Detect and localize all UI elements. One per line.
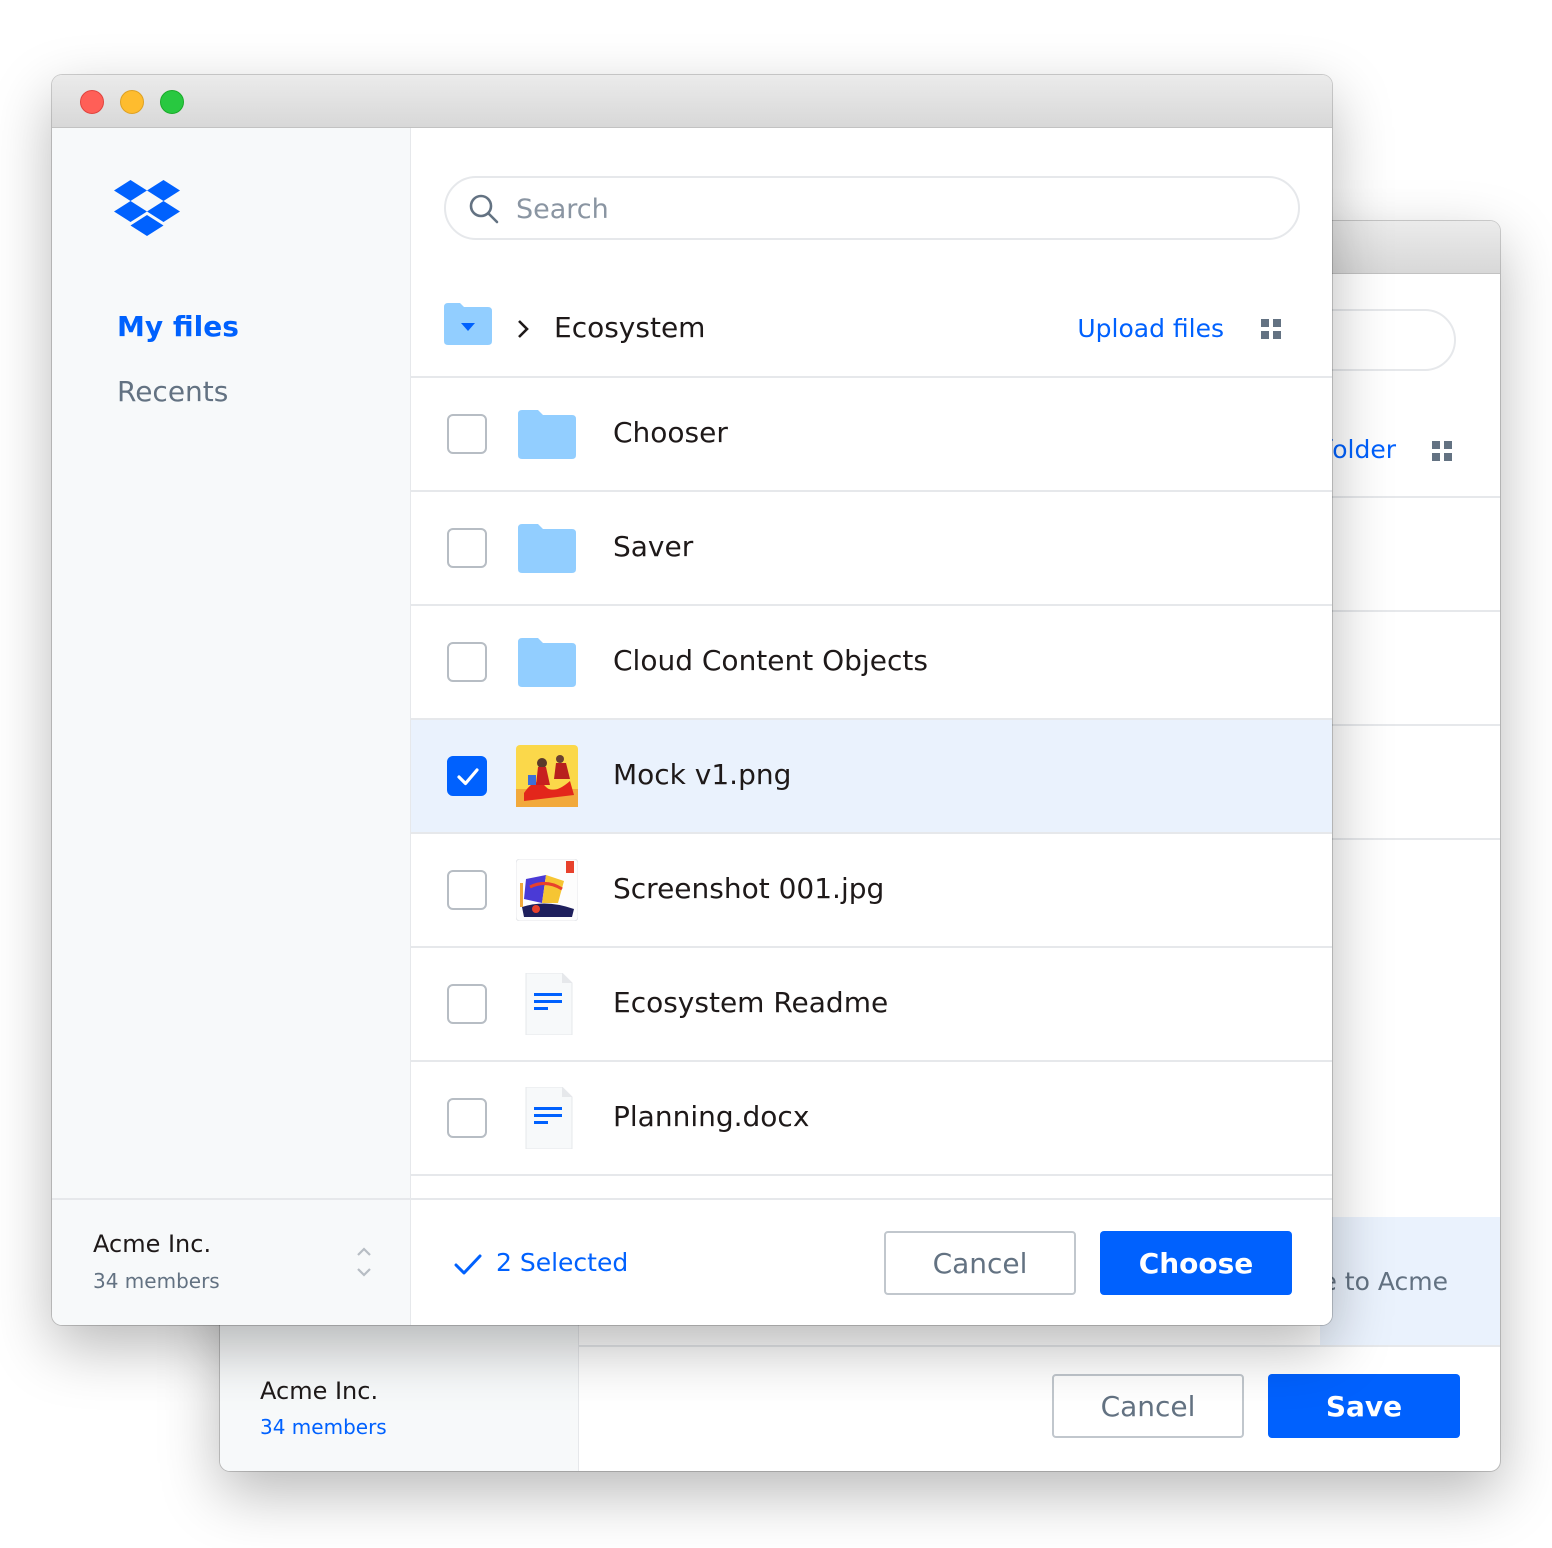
- choose-button[interactable]: Choose: [1100, 1231, 1292, 1295]
- search-box[interactable]: [444, 176, 1300, 240]
- grid-view-icon[interactable]: [1261, 319, 1281, 343]
- chooser-footer: 2 Selected Cancel Choose: [411, 1198, 1332, 1325]
- save-button[interactable]: Save: [1268, 1374, 1460, 1438]
- divider: [1320, 724, 1500, 726]
- chevron-up-down-icon[interactable]: [355, 1244, 373, 1284]
- dropbox-logo-icon: [114, 180, 180, 240]
- folder-icon: [516, 631, 578, 693]
- document-icon: [516, 1086, 578, 1150]
- divider: [1320, 496, 1500, 498]
- file-row[interactable]: Screenshot 001.jpg: [411, 832, 1332, 946]
- folder-dropdown-icon[interactable]: [444, 303, 492, 349]
- account-members: 34 members: [93, 1269, 220, 1293]
- divider: [1320, 838, 1500, 840]
- row-checkbox[interactable]: [447, 528, 487, 568]
- grid-view-icon[interactable]: [1432, 441, 1452, 465]
- file-name: Saver: [613, 530, 694, 563]
- document-icon: [516, 972, 578, 1036]
- selection-count[interactable]: 2 Selected: [496, 1248, 628, 1277]
- zoom-window-button[interactable]: [160, 90, 184, 114]
- file-name: Cloud Content Objects: [613, 644, 928, 677]
- minimize-window-button[interactable]: [120, 90, 144, 114]
- row-checkbox[interactable]: [447, 870, 487, 910]
- checkmark-icon: [453, 1252, 483, 1282]
- file-row[interactable]: Planning.docx: [411, 1060, 1332, 1174]
- file-row[interactable]: Cloud Content Objects: [411, 604, 1332, 718]
- search-input[interactable]: [514, 186, 1258, 232]
- row-checkbox[interactable]: [447, 414, 487, 454]
- saver-team-name: Acme Inc.: [260, 1377, 379, 1405]
- divider: [1320, 610, 1500, 612]
- divider: [411, 1174, 1332, 1176]
- search-icon: [468, 193, 500, 229]
- sidebar-item-recents[interactable]: Recents: [117, 375, 228, 408]
- divider: [578, 1345, 1500, 1347]
- chevron-right-icon: [515, 317, 531, 345]
- close-window-button[interactable]: [80, 90, 104, 114]
- upload-files-link[interactable]: Upload files: [1077, 314, 1224, 343]
- row-checkbox[interactable]: [447, 984, 487, 1024]
- breadcrumb: Ecosystem Upload files: [411, 303, 1332, 377]
- divider: [52, 1198, 410, 1200]
- file-name: Chooser: [613, 416, 728, 449]
- file-name: Screenshot 001.jpg: [613, 872, 885, 905]
- image-thumbnail-icon: [516, 745, 578, 807]
- sidebar-item-my-files[interactable]: My files: [117, 310, 239, 343]
- file-row[interactable]: Saver: [411, 490, 1332, 604]
- saver-team-members[interactable]: 34 members: [260, 1415, 387, 1439]
- folder-icon: [516, 517, 578, 579]
- file-row[interactable]: Ecosystem Readme: [411, 946, 1332, 1060]
- file-list: Chooser Saver Cloud Content Objects Mock…: [411, 376, 1332, 1176]
- saver-destination-label: e to Acme: [1321, 1267, 1448, 1296]
- file-browser: Ecosystem Upload files Chooser Sa: [411, 128, 1332, 1325]
- chooser-window: My files Recents Acme Inc. 34 members Ec…: [52, 75, 1332, 1325]
- row-checkbox[interactable]: [447, 756, 487, 796]
- folder-icon: [516, 403, 578, 465]
- current-folder-name[interactable]: Ecosystem: [554, 311, 705, 344]
- cancel-button[interactable]: Cancel: [884, 1231, 1076, 1295]
- file-name: Ecosystem Readme: [613, 986, 889, 1019]
- file-name: Planning.docx: [613, 1100, 810, 1133]
- account-name: Acme Inc.: [93, 1230, 212, 1258]
- row-checkbox[interactable]: [447, 1098, 487, 1138]
- saver-cancel-button[interactable]: Cancel: [1052, 1374, 1244, 1438]
- saver-new-folder-link[interactable]: folder: [1323, 435, 1396, 464]
- chooser-titlebar: [52, 75, 1332, 128]
- file-row[interactable]: Chooser: [411, 376, 1332, 490]
- image-thumbnail-icon: [515, 858, 579, 922]
- sidebar: My files Recents Acme Inc. 34 members: [52, 128, 411, 1325]
- row-checkbox[interactable]: [447, 642, 487, 682]
- file-name: Mock v1.png: [613, 758, 792, 791]
- file-row[interactable]: Mock v1.png: [411, 718, 1332, 832]
